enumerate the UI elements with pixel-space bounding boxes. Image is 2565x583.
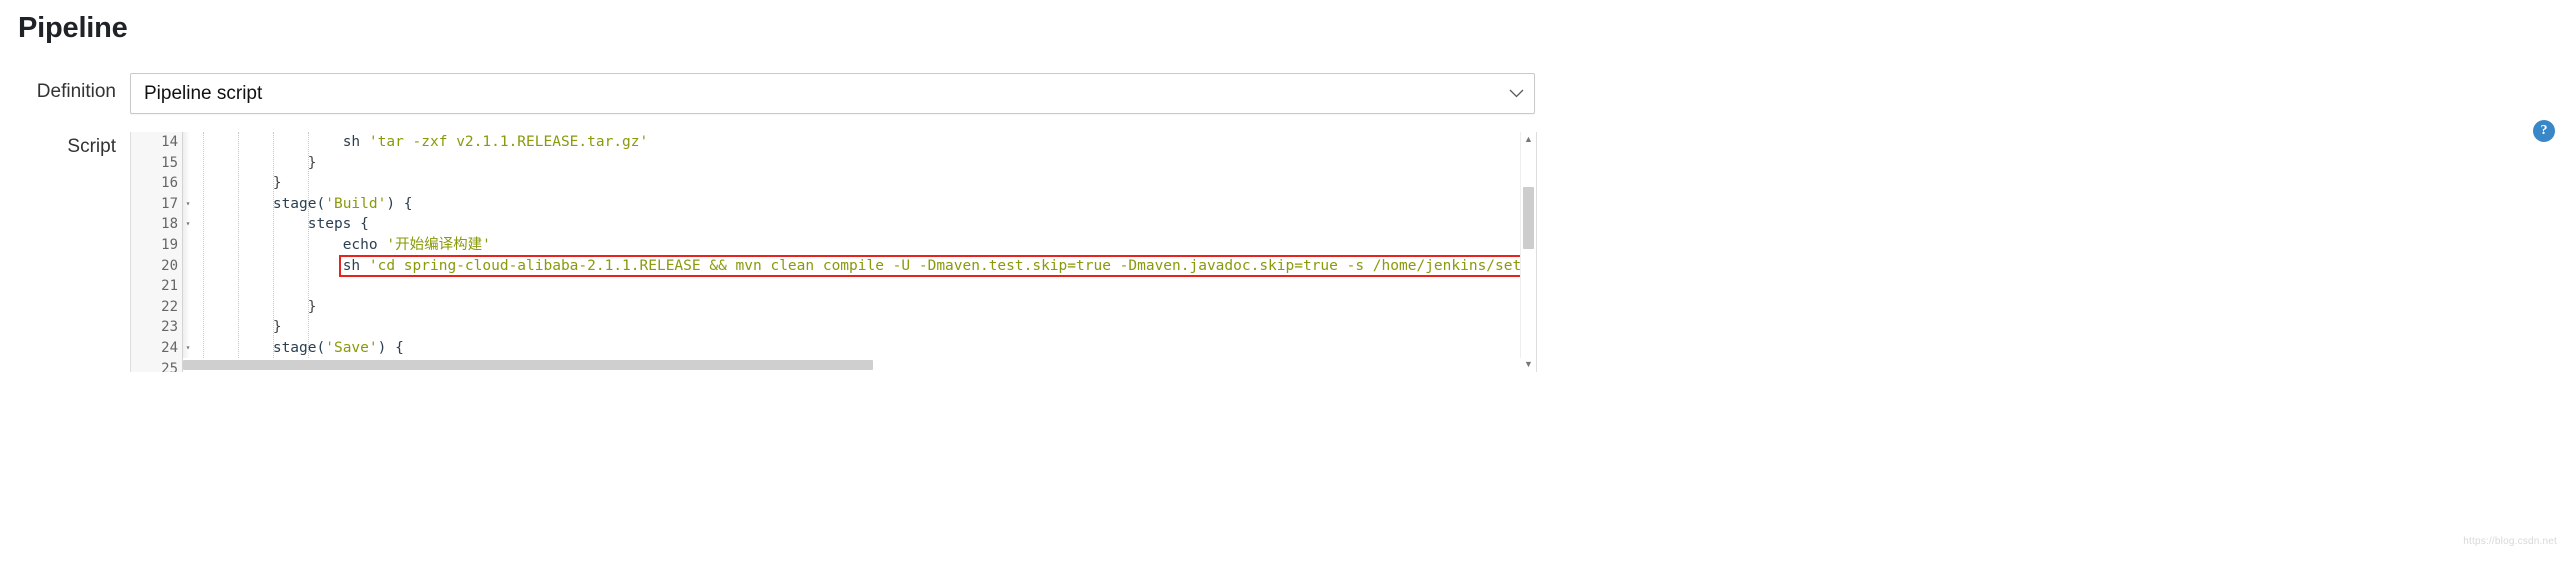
code-token: 'tar -zxf v2.1.1.RELEASE.tar.gz': [369, 134, 648, 150]
code-token: ) {: [378, 340, 404, 356]
code-line[interactable]: sh 'cd spring-cloud-alibaba-2.1.1.RELEAS…: [203, 256, 1536, 277]
code-token: stage(: [273, 196, 325, 212]
question-mark-icon[interactable]: ?: [2533, 120, 2555, 142]
watermark: https://blog.csdn.net: [2463, 536, 2557, 547]
code-line[interactable]: }: [203, 297, 1536, 318]
line-number: 17▾: [131, 194, 182, 215]
script-row: Script 14151617▾18▾192021222324▾25▾26272…: [0, 132, 2565, 372]
code-line[interactable]: steps {: [203, 214, 1536, 235]
code-token: 'cd spring-cloud-alibaba-2.1.1.RELEASE &…: [369, 258, 1536, 274]
code-token: }: [273, 319, 282, 335]
code-token: stage(: [273, 340, 325, 356]
scroll-down-icon[interactable]: ▼: [1521, 357, 1536, 372]
code-token: }: [308, 155, 317, 171]
fold-toggle-icon[interactable]: ▾: [183, 338, 193, 359]
line-number: 25▾: [131, 359, 182, 372]
code-line[interactable]: stage('Save') {: [203, 338, 1536, 359]
code-token: }: [273, 175, 282, 191]
code-token: 'Save': [325, 340, 377, 356]
script-editor[interactable]: 14151617▾18▾192021222324▾25▾26272829 sh …: [130, 132, 1537, 372]
line-number: 16: [131, 173, 182, 194]
code-line[interactable]: }: [203, 173, 1536, 194]
line-number: 14: [131, 132, 182, 153]
code-line[interactable]: echo '开始编译构建': [203, 235, 1536, 256]
line-number: 21: [131, 276, 182, 297]
code-token: echo: [343, 237, 387, 253]
line-number: 18▾: [131, 214, 182, 235]
horizontal-scrollbar-thumb[interactable]: [183, 360, 873, 370]
vertical-scrollbar-thumb[interactable]: [1523, 187, 1534, 249]
definition-row: Definition Pipeline script: [0, 73, 2565, 114]
scroll-up-icon[interactable]: ▲: [1521, 132, 1536, 147]
script-field: 14151617▾18▾192021222324▾25▾26272829 sh …: [116, 132, 2565, 372]
page-title: Pipeline: [0, 0, 2565, 45]
code-token: sh: [343, 258, 369, 274]
code-content[interactable]: sh 'tar -zxf v2.1.1.RELEASE.tar.gz' } } …: [183, 132, 1536, 372]
code-line[interactable]: stage('Build') {: [203, 194, 1536, 215]
code-token: '开始编译构建': [386, 237, 490, 253]
code-editor-body[interactable]: 14151617▾18▾192021222324▾25▾26272829 sh …: [131, 132, 1536, 372]
code-line[interactable]: }: [203, 153, 1536, 174]
line-number: 24▾: [131, 338, 182, 359]
horizontal-scrollbar[interactable]: [183, 358, 1521, 372]
definition-select-wrap[interactable]: Pipeline script: [130, 73, 1535, 114]
line-number: 19: [131, 235, 182, 256]
code-line[interactable]: [203, 276, 1536, 297]
definition-select[interactable]: Pipeline script: [130, 73, 1535, 114]
code-line[interactable]: }: [203, 317, 1536, 338]
line-number-gutter: 14151617▾18▾192021222324▾25▾26272829: [131, 132, 183, 372]
code-token: ) {: [386, 196, 412, 212]
line-number: 23: [131, 317, 182, 338]
code-token: 'Build': [325, 196, 386, 212]
code-token: steps {: [308, 216, 369, 232]
line-number: 20: [131, 256, 182, 277]
line-number: 22: [131, 297, 182, 318]
vertical-scrollbar[interactable]: ▲ ▼: [1520, 132, 1536, 372]
code-line[interactable]: sh 'tar -zxf v2.1.1.RELEASE.tar.gz': [203, 132, 1536, 153]
line-number: 15: [131, 153, 182, 174]
definition-label: Definition: [0, 73, 116, 103]
definition-field: Pipeline script: [116, 73, 2565, 114]
fold-toggle-icon[interactable]: ▾: [183, 214, 193, 235]
fold-toggle-icon[interactable]: ▾: [183, 194, 193, 215]
code-token: sh: [343, 134, 369, 150]
code-token: }: [308, 299, 317, 315]
script-label: Script: [0, 132, 116, 158]
